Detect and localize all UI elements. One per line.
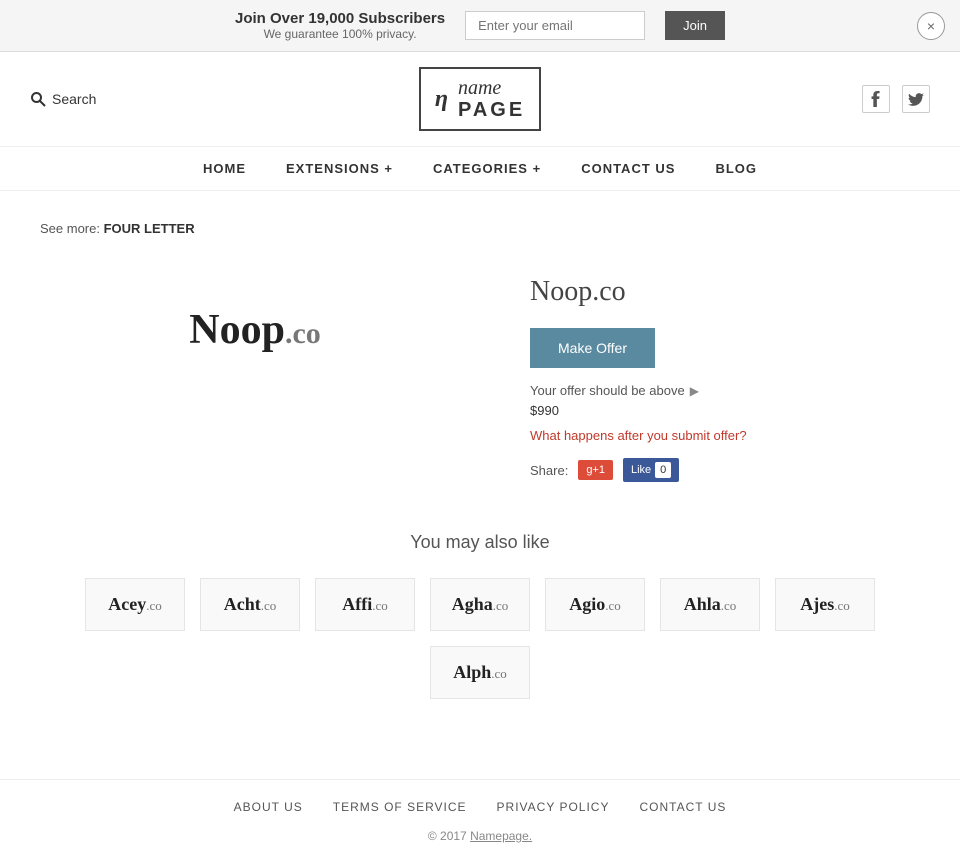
footer-link[interactable]: PRIVACY POLICY — [497, 800, 610, 814]
nav-categories[interactable]: CATEGORIES + — [433, 161, 541, 176]
copyright-brand[interactable]: Namepage. — [470, 829, 532, 843]
make-offer-button[interactable]: Make Offer — [530, 328, 655, 368]
logo-icon: η — [435, 86, 448, 113]
main-content: See more: FOUR LETTER Noop.co Noop.co Ma… — [0, 191, 960, 779]
domain-card-tld: .co — [834, 598, 850, 613]
logo-page: PAGE — [458, 99, 525, 121]
domain-card[interactable]: Acey.co — [85, 578, 185, 631]
twitter-icon[interactable] — [902, 85, 930, 113]
domain-card[interactable]: Affi.co — [315, 578, 415, 631]
domain-card[interactable]: Ahla.co — [660, 578, 760, 631]
domain-card[interactable]: Agha.co — [430, 578, 530, 631]
footer: ABOUT US TERMS OF SERVICE PRIVACY POLICY CO… — [0, 779, 960, 863]
domain-card-tld: .co — [721, 598, 737, 613]
main-nav: HOME EXTENSIONS + CATEGORIES + CONTACT U… — [0, 147, 960, 191]
domain-card-name: Ahla.co — [684, 594, 737, 614]
domain-title: Noop.co — [530, 276, 920, 308]
logo-name: name — [458, 77, 525, 99]
also-like-title: You may also like — [40, 532, 920, 553]
fb-like-button[interactable]: Like 0 — [623, 458, 679, 482]
footer-link[interactable]: CONTACT US — [639, 800, 726, 814]
offer-price: $990 — [530, 403, 920, 418]
domain-card-tld: .co — [491, 666, 507, 681]
domain-card-name: Acht.co — [224, 594, 277, 614]
domain-grid: Acey.co Acht.co Affi.co Agha.co Agio.co Ahla.… — [40, 578, 920, 699]
fb-like-label: Like — [631, 464, 651, 476]
logo[interactable]: η name PAGE — [419, 67, 541, 131]
domain-card-name: Alph.co — [453, 662, 507, 682]
gplus-button[interactable]: g+1 — [578, 460, 613, 480]
domain-card-name: Agha.co — [452, 594, 509, 614]
header: Search η name PAGE — [0, 52, 960, 147]
domain-card[interactable]: Acht.co — [200, 578, 300, 631]
nav-extensions[interactable]: EXTENSIONS + — [286, 161, 393, 176]
domain-card[interactable]: Agio.co — [545, 578, 645, 631]
domain-card-tld: .co — [146, 598, 162, 613]
domain-logo-area: Noop.co — [40, 266, 470, 394]
offer-arrow-icon: ▶ — [690, 384, 699, 398]
footer-link[interactable]: TERMS OF SERVICE — [333, 800, 467, 814]
close-button[interactable]: × — [917, 12, 945, 40]
domain-info: Noop.co Make Offer Your offer should be … — [530, 266, 920, 482]
see-more-link[interactable]: FOUR LETTER — [104, 221, 195, 236]
breadcrumb: See more: FOUR LETTER — [40, 221, 920, 236]
search-label: Search — [52, 91, 96, 107]
logo-text: name PAGE — [458, 77, 525, 121]
domain-logo-display: Noop.co — [189, 306, 321, 354]
offer-hint-text: Your offer should be above — [530, 383, 685, 398]
fb-count: 0 — [655, 462, 671, 478]
see-more-prefix: See more: — [40, 221, 100, 236]
footer-links: ABOUT US TERMS OF SERVICE PRIVACY POLICY CO… — [30, 800, 930, 814]
logo-area[interactable]: η name PAGE — [419, 67, 541, 131]
domain-card-tld: .co — [493, 598, 509, 613]
domain-section: Noop.co Noop.co Make Offer Your offer sh… — [40, 266, 920, 482]
nav-contact[interactable]: CONTACT US — [581, 161, 675, 176]
domain-name-display: Noop — [189, 307, 285, 353]
share-label: Share: — [530, 463, 568, 478]
nav-home[interactable]: HOME — [203, 161, 246, 176]
nav-blog[interactable]: BLOG — [715, 161, 757, 176]
domain-card-tld: .co — [605, 598, 621, 613]
banner-headline: Join Over 19,000 Subscribers — [235, 10, 445, 27]
footer-link[interactable]: ABOUT US — [234, 800, 303, 814]
banner-subtext: We guarantee 100% privacy. — [235, 27, 445, 41]
join-button[interactable]: Join — [665, 11, 725, 40]
also-like-section: You may also like Acey.coAcht.coAffi.coA… — [40, 532, 920, 699]
domain-card[interactable]: Ajes.co — [775, 578, 875, 631]
domain-card-name: Ajes.co — [800, 594, 850, 614]
search-icon — [30, 91, 46, 107]
search-area[interactable]: Search — [30, 91, 180, 107]
top-banner: Join Over 19,000 Subscribers We guarante… — [0, 0, 960, 52]
offer-question-link[interactable]: What happens after you submit offer? — [530, 428, 920, 443]
domain-card-name: Agio.co — [569, 594, 621, 614]
copyright-year: © 2017 — [428, 829, 470, 843]
domain-tld-display: .co — [285, 317, 321, 350]
domain-card-name: Acey.co — [108, 594, 162, 614]
share-row: Share: g+1 Like 0 — [530, 458, 920, 482]
banner-text: Join Over 19,000 Subscribers We guarante… — [235, 10, 445, 41]
domain-card-tld: .co — [261, 598, 277, 613]
domain-card-name: Affi.co — [342, 594, 388, 614]
domain-card[interactable]: Alph.co — [430, 646, 530, 699]
email-input[interactable] — [465, 11, 645, 40]
facebook-icon[interactable] — [862, 85, 890, 113]
social-area — [780, 85, 930, 113]
offer-hint: Your offer should be above ▶ — [530, 383, 920, 398]
footer-copyright: © 2017 Namepage. — [30, 829, 930, 843]
domain-card-tld: .co — [372, 598, 388, 613]
